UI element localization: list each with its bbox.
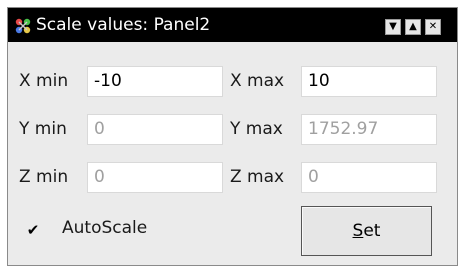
autoscale-label[interactable]: AutoScale: [62, 218, 147, 238]
app-icon: [15, 18, 31, 34]
y-min-input[interactable]: 0: [87, 114, 223, 145]
checkmark-icon: ✔: [26, 221, 40, 239]
set-button-mnemonic: S: [352, 221, 364, 241]
close-icon: ✕: [428, 21, 438, 32]
maximize-button[interactable]: ▲: [405, 19, 421, 35]
minimize-icon: ▼: [389, 21, 397, 32]
set-button-label: et: [363, 221, 381, 241]
close-button[interactable]: ✕: [425, 19, 441, 35]
x-max-label: X max: [230, 71, 285, 91]
window-title: Scale values: Panel2: [36, 15, 211, 35]
z-max-label: Z max: [230, 167, 285, 187]
z-max-input[interactable]: 0: [301, 162, 437, 193]
x-max-input[interactable]: 10: [301, 66, 437, 97]
maximize-icon: ▲: [409, 21, 417, 32]
x-min-input[interactable]: -10: [87, 66, 223, 97]
x-min-label: X min: [19, 71, 69, 91]
z-min-input[interactable]: 0: [87, 162, 223, 193]
autoscale-checkbox[interactable]: ✔: [25, 221, 41, 239]
y-max-label: Y max: [230, 119, 283, 139]
minimize-button[interactable]: ▼: [385, 19, 401, 35]
title-bar[interactable]: Scale values: Panel2 ▼ ▲ ✕: [8, 8, 457, 42]
scale-values-dialog: Scale values: Panel2 ▼ ▲ ✕ X min -10 X m…: [7, 7, 458, 266]
y-min-label: Y min: [19, 119, 67, 139]
set-button[interactable]: Set: [301, 206, 432, 256]
y-max-input[interactable]: 1752.97: [301, 114, 437, 145]
z-min-label: Z min: [19, 167, 69, 187]
